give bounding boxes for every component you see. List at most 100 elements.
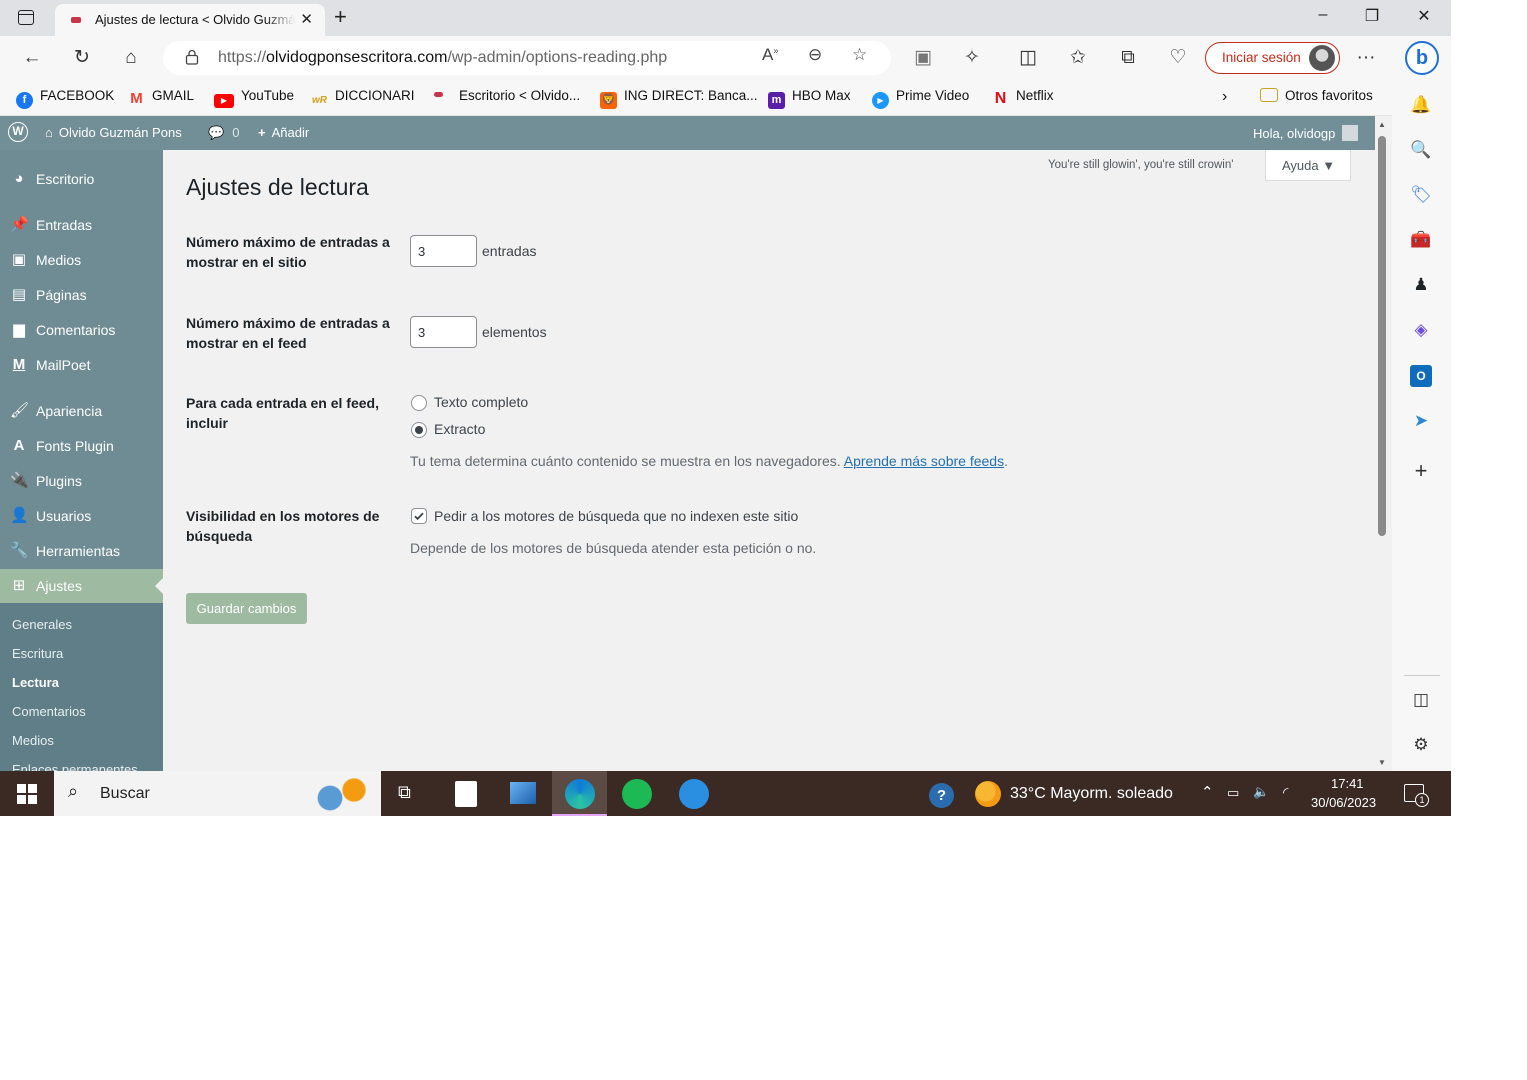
clock-date[interactable]: 30/06/2023	[1311, 795, 1376, 810]
hide-sidebar-icon[interactable]: ◫	[1410, 689, 1432, 711]
menu-fonts-plugin[interactable]: A Fonts Plugin	[0, 429, 163, 463]
games-icon[interactable]: ♟	[1410, 274, 1432, 296]
send-icon[interactable]: ➤	[1410, 410, 1432, 432]
task-view-icon[interactable]: ⧉	[398, 782, 411, 803]
browser-essentials-icon[interactable]: ♡	[1164, 44, 1192, 72]
menu-entradas[interactable]: 📌 Entradas	[0, 208, 163, 242]
wifi-icon[interactable]: ◜	[1283, 784, 1288, 801]
bing-copilot-icon[interactable]: b	[1405, 41, 1439, 75]
help-icon[interactable]: ?	[929, 783, 954, 808]
back-icon[interactable]: ←	[18, 44, 46, 72]
submenu-medios[interactable]: Medios	[12, 733, 54, 748]
zoom-icon[interactable]: ⊖	[808, 45, 822, 65]
bookmark-gmail[interactable]: M GMAIL	[128, 88, 194, 107]
account-menu[interactable]: Hola, olvidogp	[1253, 125, 1359, 141]
tools-icon[interactable]: 🧰	[1410, 229, 1432, 251]
windows-start-icon[interactable]	[17, 784, 37, 804]
bookmarks-more-icon[interactable]: ›	[1222, 88, 1227, 106]
radio-full-text[interactable]	[411, 395, 427, 411]
taskbar-search-box[interactable]: ⌕ Buscar	[54, 771, 381, 816]
tray-chevron-icon[interactable]: ⌃	[1201, 783, 1214, 801]
radio-excerpt-label[interactable]: Extracto	[434, 421, 485, 437]
comments-link[interactable]: 💬 0	[208, 125, 239, 141]
address-bar[interactable]: https://olvidogponsescritora.com/wp-admi…	[163, 41, 891, 75]
radio-full-text-label[interactable]: Texto completo	[434, 394, 528, 410]
submenu-lectura[interactable]: Lectura	[12, 675, 59, 690]
collections-icon[interactable]: ▣	[909, 44, 937, 72]
menu-comentarios[interactable]: ▆ Comentarios	[0, 313, 163, 347]
clock-time[interactable]: 17:41	[1331, 776, 1364, 791]
posts-per-feed-input[interactable]: 3	[410, 316, 477, 348]
submenu-escritura[interactable]: Escritura	[12, 646, 63, 661]
wordpress-logo-icon[interactable]: W	[8, 122, 28, 142]
bookmark-ing[interactable]: 🦁 ING DIRECT: Banca...	[600, 88, 758, 109]
signin-button[interactable]: Iniciar sesión	[1205, 42, 1340, 74]
other-favorites[interactable]: Otros favoritos	[1260, 88, 1373, 103]
menu-medios[interactable]: ▣ Medios	[0, 243, 163, 277]
bookmark-prime[interactable]: ▶ Prime Video	[872, 88, 969, 109]
add-new-link[interactable]: + Añadir	[258, 125, 309, 140]
battery-icon[interactable]: ▭	[1227, 785, 1239, 801]
scrollbar-thumb[interactable]	[1378, 136, 1386, 536]
browser-tab[interactable]: Ajustes de lectura < Olvido Guzmán Pons …	[55, 4, 325, 36]
minimize-icon[interactable]: –	[1308, 6, 1338, 24]
menu-herramientas[interactable]: 🔧 Herramientas	[0, 534, 163, 568]
home-icon[interactable]: ⌂	[117, 44, 145, 72]
tab-close-icon[interactable]: ✕	[300, 10, 313, 28]
notification-center-icon[interactable]: 1	[1404, 784, 1429, 807]
search-icon[interactable]: 🔍	[1410, 139, 1432, 161]
spotify-icon[interactable]	[622, 779, 652, 809]
notepad-icon[interactable]	[455, 781, 477, 807]
site-info-icon[interactable]	[185, 49, 199, 65]
help-tab-button[interactable]: Ayuda ▼	[1265, 150, 1351, 181]
tab-actions-icon[interactable]	[18, 10, 34, 25]
feeds-help-link[interactable]: Aprende más sobre feeds	[844, 453, 1004, 469]
bookmark-hbo[interactable]: m HBO Max	[768, 88, 851, 109]
posts-per-page-input[interactable]: 3	[410, 235, 477, 267]
weather-sun-icon[interactable]	[975, 781, 1001, 807]
extensions-icon[interactable]: ✧	[958, 44, 986, 72]
bookmark-escritorio[interactable]: Escritorio < Olvido...	[434, 88, 580, 103]
menu-usuarios[interactable]: 👤 Usuarios	[0, 499, 163, 533]
weather-text[interactable]: 33°C Mayorm. soleado	[1010, 785, 1173, 803]
bookmark-netflix[interactable]: N Netflix	[992, 88, 1054, 107]
search-visibility-option[interactable]: Pedir a los motores de búsqueda que no i…	[434, 508, 798, 524]
scroll-down-icon[interactable]: ▼	[1378, 758, 1386, 767]
outlook-icon[interactable]: O	[1410, 365, 1432, 387]
read-aloud-icon[interactable]: A»	[762, 45, 778, 65]
edge-taskbar-item[interactable]	[552, 771, 607, 816]
microsoft365-icon[interactable]: ◈	[1410, 319, 1432, 341]
save-changes-button[interactable]: Guardar cambios	[186, 593, 307, 624]
favorite-star-icon[interactable]: ☆	[852, 45, 867, 65]
volume-icon[interactable]: 🔈	[1253, 784, 1269, 800]
collections-add-icon[interactable]: ⧉	[1114, 44, 1142, 72]
more-menu-icon[interactable]: ···	[1352, 44, 1380, 72]
notification-bell-icon[interactable]: 🔔	[1410, 94, 1432, 116]
mail-app-icon[interactable]	[679, 779, 709, 809]
sidebar-settings-icon[interactable]: ⚙	[1410, 734, 1432, 756]
site-home-link[interactable]: ⌂ Olvido Guzmán Pons	[45, 125, 182, 140]
bookmark-diccionari[interactable]: wR DICCIONARI	[311, 88, 415, 109]
menu-paginas[interactable]: ▤ Páginas	[0, 278, 163, 312]
shopping-icon[interactable]: 🏷	[1410, 184, 1432, 206]
refresh-icon[interactable]: ↻	[68, 44, 96, 72]
submenu-generales[interactable]: Generales	[12, 617, 72, 632]
new-tab-icon[interactable]: +	[334, 4, 347, 30]
menu-escritorio[interactable]: ◕ Escritorio	[0, 162, 163, 196]
menu-ajustes[interactable]: ⊞ Ajustes	[0, 569, 163, 603]
add-icon[interactable]: +	[1410, 460, 1432, 482]
scroll-up-icon[interactable]: ▲	[1378, 120, 1386, 129]
page-scrollbar[interactable]: ▲ ▼	[1375, 116, 1389, 771]
search-visibility-checkbox[interactable]	[411, 508, 427, 524]
bookmark-facebook[interactable]: f FACEBOOK	[16, 88, 114, 109]
menu-apariencia[interactable]: 🖌 Apariencia	[0, 394, 163, 428]
close-window-icon[interactable]: ✕	[1409, 6, 1439, 26]
favorites-icon[interactable]: ✩	[1064, 44, 1092, 72]
submenu-enlaces-permanentes[interactable]: Enlaces permanentes	[12, 762, 138, 771]
radio-excerpt[interactable]	[411, 422, 427, 438]
restore-icon[interactable]: ❐	[1357, 6, 1387, 26]
menu-plugins[interactable]: 🔌 Plugins	[0, 464, 163, 498]
bookmark-youtube[interactable]: ▶ YouTube	[214, 88, 294, 108]
submenu-comentarios[interactable]: Comentarios	[12, 704, 86, 719]
search-highlight-icon[interactable]	[298, 774, 378, 814]
